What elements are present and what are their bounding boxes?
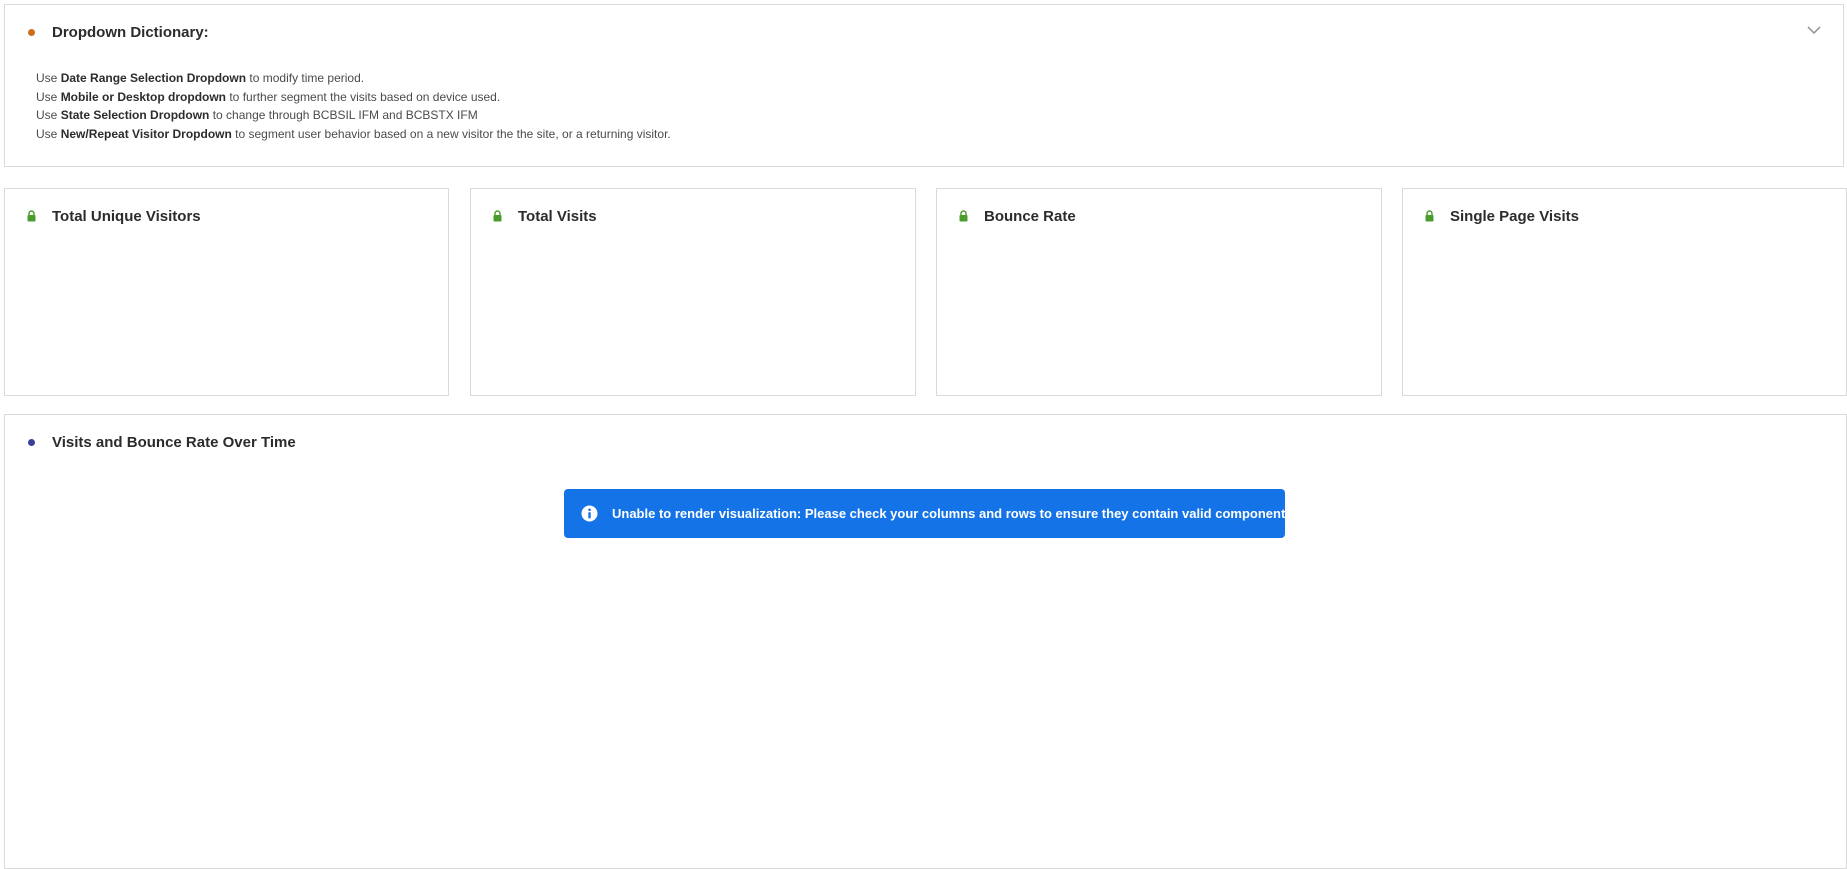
chart-panel-header[interactable]: Visits and Bounce Rate Over Time [25,431,296,453]
dictionary-line: Use Mobile or Desktop dropdown to furthe… [36,89,501,104]
dictionary-dot-icon [28,28,35,36]
dictionary-line: Use New/Repeat Visitor Dropdown to segme… [36,126,671,141]
dictionary-title: Dropdown Dictionary: [52,23,209,41]
metric-title: Single Page Visits [1450,207,1579,225]
dictionary-header[interactable]: Dropdown Dictionary: [25,21,209,43]
metric-panel-single-page-visits: Single Page Visits [1402,188,1847,396]
lock-icon [1425,210,1434,222]
metric-header[interactable]: Total Visits [491,205,597,227]
lock-icon [959,210,968,222]
lock-icon [493,210,502,222]
dictionary-line: Use State Selection Dropdown to change t… [36,108,478,123]
metric-header[interactable]: Total Unique Visitors [25,205,201,227]
dictionary-body: Use Date Range Selection Dropdown to mod… [36,69,671,143]
metric-panel-total-unique-visitors: Total Unique Visitors [4,188,449,396]
dictionary-line: Use Date Range Selection Dropdown to mod… [36,71,365,85]
metric-header[interactable]: Single Page Visits [1423,205,1579,227]
metric-panel-total-visits: Total Visits [470,188,916,396]
visits-bounce-rate-panel: Visits and Bounce Rate Over Time [4,414,1847,869]
metric-title: Bounce Rate [984,207,1076,225]
metric-panel-bounce-rate: Bounce Rate [936,188,1382,396]
visualization-error-alert: Unable to render visualization: Please c… [564,489,1296,538]
chart-panel-title: Visits and Bounce Rate Over Time [52,433,296,451]
metric-title: Total Unique Visitors [52,207,201,225]
metric-title: Total Visits [518,207,597,225]
lock-icon [27,210,36,222]
metric-header[interactable]: Bounce Rate [957,205,1076,227]
chart-panel-dot-icon [28,438,35,446]
dropdown-dictionary-panel: Dropdown Dictionary: Use Date Range Sele… [4,4,1844,167]
alert-message: Unable to render visualization: Please c… [612,506,1297,521]
info-icon [581,505,598,522]
chevron-down-icon[interactable] [1807,25,1821,35]
